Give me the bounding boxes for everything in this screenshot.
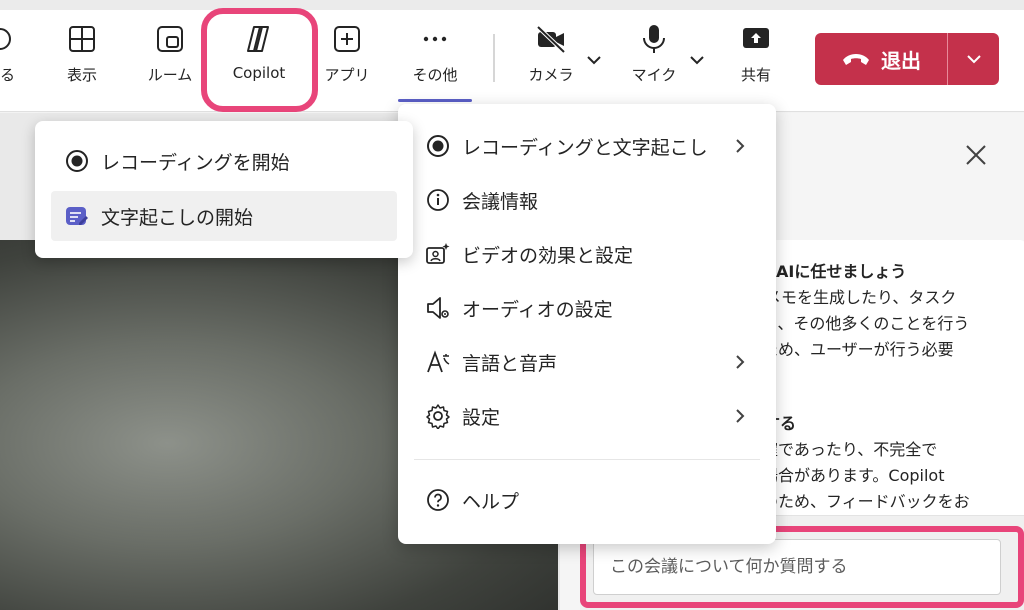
chevron-right-icon (736, 409, 745, 423)
chevron-right-icon (736, 355, 745, 369)
menu-item-label: 設定 (462, 406, 501, 429)
card-line: 。 (762, 363, 1012, 389)
title-strip (0, 0, 1024, 10)
menu-item-label: 会議情報 (462, 190, 539, 213)
apps-button[interactable]: アプリ (307, 22, 387, 102)
info-icon (424, 186, 452, 214)
meeting-toolbar: する 表示 ルーム Copilot アプリ その他 (0, 0, 1024, 112)
menu-item-label: オーディオの設定 (462, 298, 613, 321)
submenu-item-label: レコーディングを開始 (101, 151, 290, 174)
card-heading-2: する (764, 414, 797, 433)
mic-options-chevron-icon[interactable] (687, 50, 707, 70)
share-label: 共有 (740, 66, 771, 84)
more-menu: レコーディングと文字起こし 会議情報 ビデオの効果と設定 オーディオの設定 言語… (398, 104, 776, 544)
copilot-highlight-frame (201, 8, 318, 112)
toolbar-button-partial[interactable]: する (0, 22, 40, 102)
card-heading-1: はAIに任せましょう (760, 262, 907, 281)
camera-options-chevron-icon[interactable] (584, 50, 604, 70)
menu-item-label: ヘルプ (462, 490, 520, 513)
card-line: 確であったり、不完全で (762, 440, 938, 459)
rooms-icon (153, 22, 187, 56)
menu-item-settings[interactable]: 設定 (412, 392, 762, 440)
help-icon (424, 486, 452, 514)
ellipsis-icon (418, 22, 452, 56)
grid-view-icon (65, 22, 99, 56)
menu-item-label: レコーディングと文字起こし (462, 136, 708, 159)
card-line: メモを生成したり、タスク (765, 288, 957, 307)
ask-copilot-input[interactable] (593, 539, 1001, 595)
microphone-icon (637, 22, 671, 56)
menu-item-label: ビデオの効果と設定 (462, 244, 634, 267)
card-line: 場合があります。Copilot (762, 466, 945, 485)
recording-submenu: レコーディングを開始 文字起こしの開始 (35, 121, 413, 258)
toolbar-separator (493, 34, 495, 82)
submenu-item-label: 文字起こしの開始 (101, 206, 254, 229)
camera-off-icon (534, 22, 568, 56)
menu-item-recording-transcription[interactable]: レコーディングと文字起こし (412, 122, 762, 170)
view-label: 表示 (66, 66, 97, 84)
mic-label: マイク (631, 66, 677, 84)
chevron-right-icon (736, 139, 745, 153)
chevron-down-icon (966, 55, 981, 64)
record-icon (424, 132, 452, 160)
partial-icon (0, 22, 17, 56)
more-label: その他 (412, 66, 458, 84)
menu-item-audio-settings[interactable]: オーディオの設定 (412, 284, 762, 332)
video-effects-icon (424, 240, 452, 268)
apps-label: アプリ (324, 66, 370, 84)
view-button[interactable]: 表示 (42, 22, 122, 102)
card-line: のため、フィードバックをお (762, 492, 970, 511)
menu-item-help[interactable]: ヘルプ (412, 476, 762, 524)
rooms-label: ルーム (147, 66, 193, 84)
start-transcription-item[interactable]: 文字起こしの開始 (51, 191, 397, 241)
menu-item-video-effects[interactable]: ビデオの効果と設定 (412, 230, 762, 278)
leave-label: 退出 (881, 48, 921, 73)
gear-icon (424, 402, 452, 430)
record-icon (63, 147, 91, 175)
menu-divider (414, 459, 760, 460)
transcript-icon (63, 202, 91, 230)
leave-options-button[interactable] (948, 33, 999, 85)
menu-item-language-speech[interactable]: 言語と音声 (412, 338, 762, 386)
menu-item-label: 言語と音声 (462, 352, 558, 375)
leave-main[interactable]: 退出 (815, 33, 947, 85)
camera-label: カメラ (528, 66, 574, 84)
hang-up-icon (843, 54, 869, 65)
language-icon (424, 348, 452, 376)
more-active-indicator (398, 99, 472, 102)
card-line: り、その他多くのことを行う (762, 314, 970, 333)
start-recording-item[interactable]: レコーディングを開始 (51, 136, 397, 186)
card-line: ため、ユーザーが行う必要 (762, 340, 954, 359)
leave-button[interactable]: 退出 (815, 33, 999, 85)
add-app-icon (330, 22, 364, 56)
menu-item-meeting-info[interactable]: 会議情報 (412, 176, 762, 224)
close-icon[interactable] (963, 142, 989, 168)
more-button[interactable]: その他 (395, 22, 475, 102)
rooms-button[interactable]: ルーム (130, 22, 210, 102)
share-screen-icon (739, 22, 773, 56)
share-button[interactable]: 共有 (716, 22, 796, 102)
camera-button[interactable]: カメラ (511, 22, 591, 102)
toolbar-label-partial: する (0, 66, 15, 84)
speaker-settings-icon (424, 294, 452, 322)
mic-button[interactable]: マイク (614, 22, 694, 102)
